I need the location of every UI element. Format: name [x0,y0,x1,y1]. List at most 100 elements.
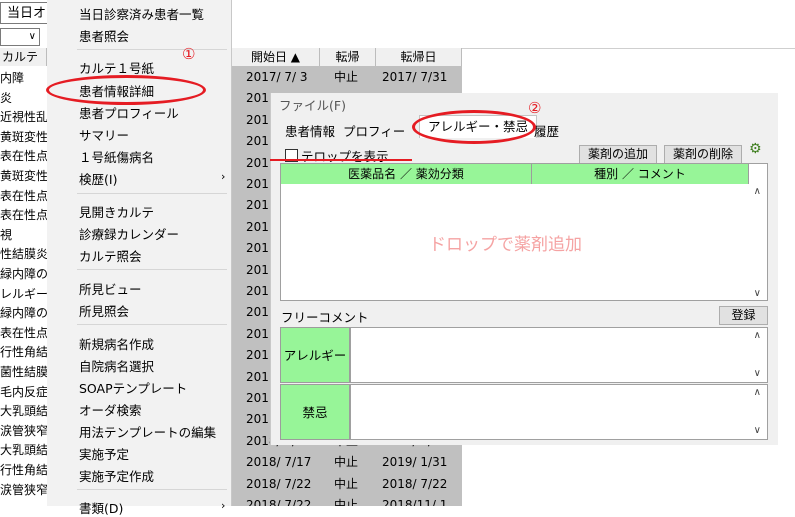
highlight-ellipse-tab [412,110,536,144]
table-row[interactable]: 2018/ 7/22 中止 2018/ 7/22 [232,473,462,495]
table-row[interactable]: 2018/ 7/17 中止 2019/ 1/31 [232,451,462,473]
allergy-textarea[interactable]: ∧ ∨ [350,327,768,383]
menu-item-select-diagnosis[interactable]: 自院病名選択 [79,356,154,375]
menu-item-patient-profile[interactable]: 患者プロフィール [79,103,179,122]
menu-item-new-diagnosis[interactable]: 新規病名作成 [79,334,154,353]
scroll-up-icon[interactable]: ∧ [754,387,761,398]
list-item[interactable]: 緑内障の [0,303,47,323]
menu-separator [77,269,227,270]
cell-start: 201 [246,177,269,191]
menu-item-summary[interactable]: サマリー [79,125,129,144]
cell-start: 201 [246,262,269,277]
list-item[interactable]: 涙管狭窄 [0,421,47,441]
list-item[interactable]: 毛内反症 [0,382,47,402]
list-item[interactable]: 緑内障の [0,264,47,284]
cell-end: 2017/ 7/31 [382,70,448,84]
list-item[interactable]: 行性角結 [0,342,47,362]
menu-separator [77,193,227,194]
drug-grid[interactable]: 医薬品名 ／ 薬効分類 種別 ／ コメント ドロップで薬剤追加 ∧ ∨ [280,163,768,301]
submenu-arrow-icon: › [221,170,226,183]
menu-item-lab-history[interactable]: 検歴(I) [79,169,117,188]
menu-item-findings-inquiry[interactable]: 所見照会 [79,301,129,320]
cell-end: 2018/11/ 1 [382,498,448,506]
list-item[interactable]: レルギー [0,284,47,304]
table-row[interactable]: 2018/ 7/22 中止 2018/11/ 1 [232,494,462,506]
column-outcome-date[interactable]: 転帰日 [376,48,462,66]
column-karte[interactable]: カルテ [0,48,47,66]
list-item[interactable]: 涙管狭窄 [0,480,47,500]
list-item[interactable]: 表在性点 [0,146,47,166]
cell-start: 201 [246,241,269,256]
menu-item-schedule[interactable]: 実施予定 [79,444,129,463]
list-item[interactable]: 視 [0,225,12,245]
table-row[interactable]: 2017/ 7/ 3 中止 2017/ 7/31 [232,66,462,88]
patient-details-dialog: ファイル(F) 患者情報 プロフィー アレルギー・禁忌 履歴 テロップを表示 薬… [270,93,778,445]
delete-drug-button[interactable]: 薬剤の削除 [664,145,742,164]
cell-start: 201 [246,219,269,234]
cell-outcome: 中止 [334,476,359,491]
scroll-down-icon[interactable]: ∨ [754,288,761,299]
cell-end: 2019/ 1/31 [382,455,448,470]
refresh-icon[interactable]: ⚙ [749,142,763,156]
tab-history[interactable]: 履歴 [534,121,559,140]
list-item[interactable]: 黄斑変性 [0,166,47,186]
menu-item-karte-inquiry[interactable]: カルテ照会 [79,246,142,265]
cell-start: 2018/ 7/22 [246,498,312,506]
column-start-date[interactable]: 開始日 ▲ [232,48,320,66]
menu-item-findings-view[interactable]: 所見ビュー [79,279,142,298]
list-item[interactable]: 近視性乱 [0,107,47,127]
highlight-underline-telop [270,159,412,161]
scroll-up-icon[interactable]: ∧ [754,330,761,341]
menu-item-documents[interactable]: 書類(D) [79,498,123,517]
list-item[interactable]: 菌性結膜 [0,362,47,382]
list-item[interactable]: 行性角結 [0,460,47,480]
menu-item-record-calendar[interactable]: 診療録カレンダー [79,224,179,243]
menu-separator [77,324,227,325]
cell-start: 201 [246,391,269,405]
cell-start: 201 [246,134,269,149]
scroll-down-icon[interactable]: ∨ [754,368,761,379]
allergy-label: アレルギー [280,327,350,383]
list-item[interactable]: 内障 [0,68,24,88]
menu-separator [77,489,227,490]
cell-end: 2018/ 7/22 [382,476,448,491]
menu-item-edit-usage-template[interactable]: 用法テンプレートの編集 [79,422,216,441]
free-comment-label: フリーコメント [281,310,369,325]
column-type-comment[interactable]: 種別 ／ コメント [532,164,749,184]
scroll-down-icon[interactable]: ∨ [754,425,761,436]
tab-patient-info[interactable]: 患者情報 [285,121,335,140]
menu-item-soap-template[interactable]: SOAPテンプレート [79,378,187,397]
list-item[interactable]: 黄斑変性 [0,127,47,147]
menu-item-patient-inquiry[interactable]: 患者照会 [79,26,129,45]
list-item[interactable]: 性結膜炎 [0,244,47,264]
menu-item-today-patients[interactable]: 当日診察済み患者一覧 [79,4,204,23]
menu-item-sheet1-diagnosis[interactable]: １号紙傷病名 [79,147,154,166]
cell-start: 201 [246,284,269,298]
add-drug-button[interactable]: 薬剤の追加 [579,145,657,164]
menu-item-spread-karte[interactable]: 見開きカルテ [79,202,154,221]
list-item[interactable]: 表在性点 [0,186,47,206]
step1-marker: ① [182,45,196,63]
list-item[interactable]: 表在性点 [0,205,47,225]
filter-combo[interactable]: ∨ [0,28,40,46]
menu-item-order-search[interactable]: オーダ検索 [79,400,142,419]
column-outcome[interactable]: 転帰 [320,48,376,66]
cell-start: 201 [246,369,269,384]
telop-label: テロップを表示 [301,149,389,164]
list-item[interactable]: 大乳頭結 [0,440,47,460]
diagnosis-list: 内障炎近視性乱 黄斑変性 表在性点 黄斑変性 表在性点 表在性点視性結膜炎 緑内障の レルギー… [0,66,47,506]
list-item[interactable]: 炎 [0,88,12,108]
list-item[interactable]: 大乳頭結 [0,401,47,421]
menu-item-create-schedule[interactable]: 実施予定作成 [79,466,154,485]
file-menu[interactable]: ファイル(F) [279,95,346,114]
cell-start: 201 [246,348,269,363]
scroll-up-icon[interactable]: ∧ [754,186,761,197]
list-item[interactable]: 表在性点 [0,323,47,343]
cell-start: 201 [246,112,269,127]
column-drug-name[interactable]: 医薬品名 ／ 薬効分類 [281,164,532,184]
register-button[interactable]: 登録 [719,306,768,325]
cell-start: 201 [246,305,269,320]
contraindication-textarea[interactable]: ∧ ∨ [350,384,768,440]
drop-hint: ドロップで薬剤追加 [429,235,582,255]
tab-profile[interactable]: プロフィー [343,121,405,140]
